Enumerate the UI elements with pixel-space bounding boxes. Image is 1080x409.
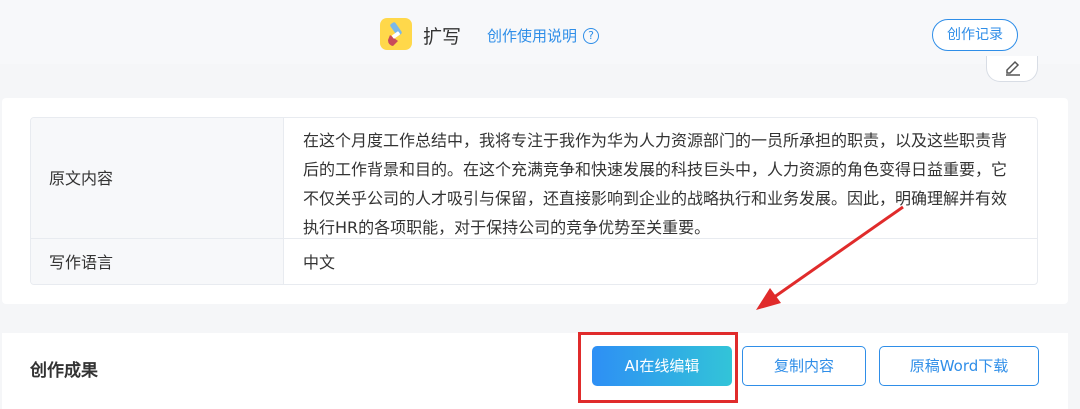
row-value-language: 中文 [283, 239, 1037, 284]
source-info-table: 原文内容 在这个月度工作总结中，我将专注于我作为华为人力资源部门的一员所承担的职… [30, 117, 1038, 285]
result-title: 创作成果 [30, 361, 98, 381]
row-label-source-text: 原文内容 [31, 118, 283, 239]
help-link[interactable]: 创作使用说明 ? [487, 25, 600, 46]
word-download-button[interactable]: 原稿Word下载 [879, 346, 1039, 386]
page-title: 扩写 [423, 26, 462, 48]
help-link-label: 创作使用说明 [487, 27, 578, 45]
question-circle-icon: ? [583, 27, 600, 44]
edit-icon [1006, 60, 1020, 76]
edit-button[interactable] [986, 56, 1038, 82]
copy-button[interactable]: 复制内容 [742, 346, 866, 386]
ai-edit-button[interactable]: AI在线编辑 [592, 346, 732, 386]
row-label-language: 写作语言 [31, 239, 283, 284]
history-button[interactable]: 创作记录 [932, 19, 1018, 51]
row-value-source-text: 在这个月度工作总结中，我将专注于我作为华为人力资源部门的一员所承担的职责，以及这… [283, 118, 1037, 239]
brush-icon [380, 18, 412, 50]
